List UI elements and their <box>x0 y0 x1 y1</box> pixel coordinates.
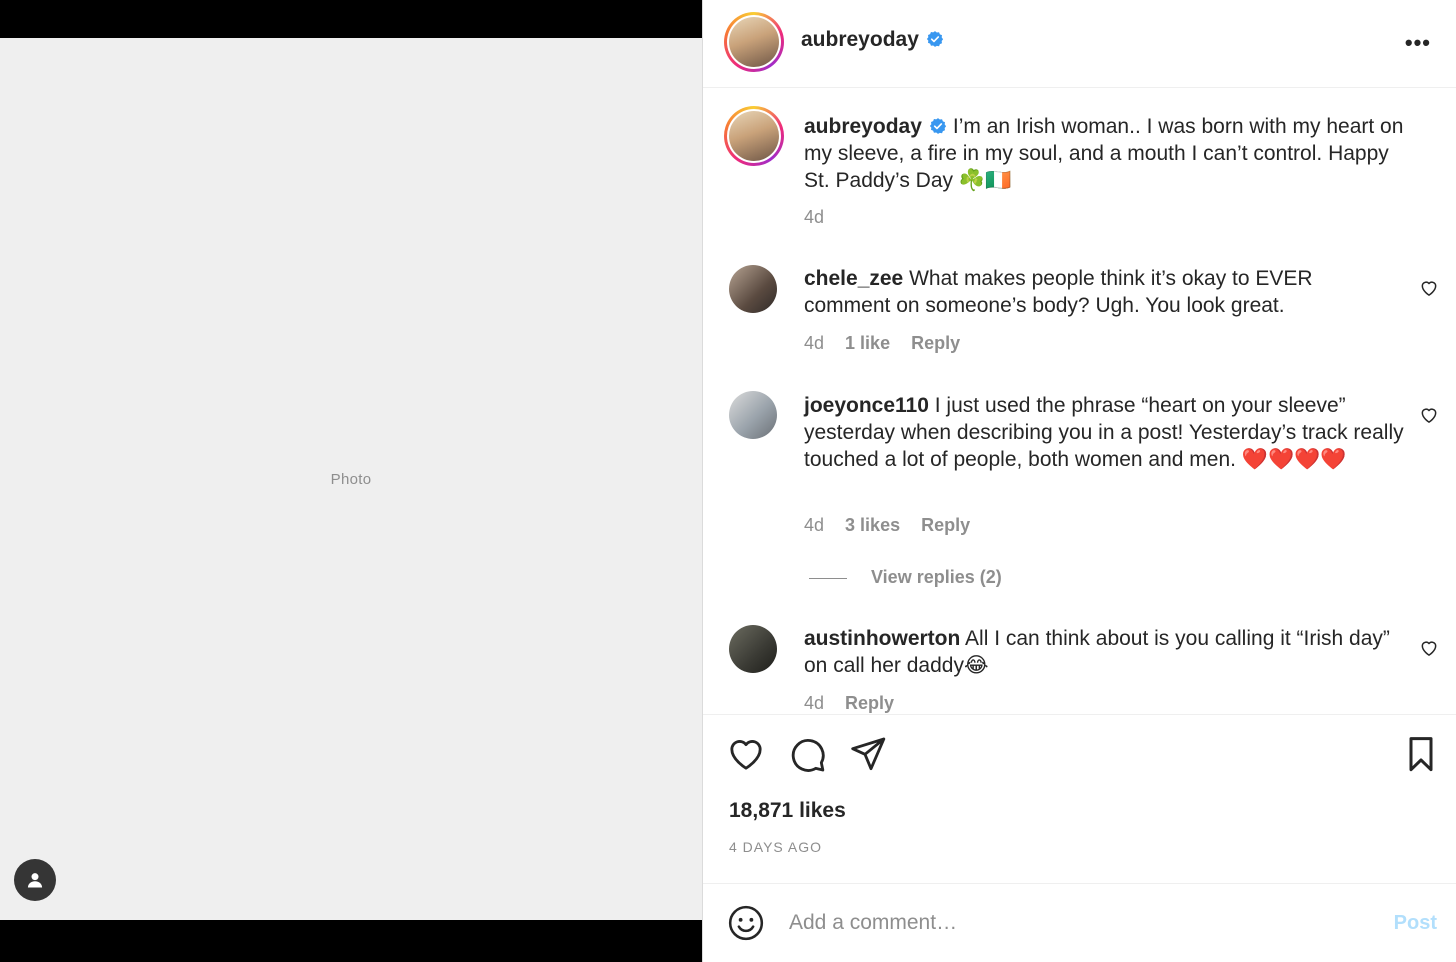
post-image-placeholder[interactable]: Photo <box>0 38 702 920</box>
user-tag-icon <box>27 873 43 888</box>
comment-text-block: austinhowerton All I can think about is … <box>804 625 1404 679</box>
commenter-username[interactable]: joeyonce110 <box>804 394 929 417</box>
verified-badge-icon <box>929 118 946 134</box>
emoji-icon[interactable] <box>727 904 765 942</box>
comment-like-heart-icon[interactable] <box>1419 405 1439 425</box>
post-panel: aubreyoday ••• aubreyoday I’m an Irish w… <box>702 0 1456 962</box>
comment-likes[interactable]: 1 like <box>845 333 890 353</box>
comment-meta: 4d 1 like Reply <box>804 333 976 354</box>
image-placeholder-label: Photo <box>330 470 372 488</box>
comments-list[interactable]: aubreyoday I’m an Irish woman.. I was bo… <box>703 89 1456 713</box>
comment-text-block: joeyonce110 I just used the phrase “hear… <box>804 392 1404 473</box>
more-options-icon[interactable]: ••• <box>1405 30 1431 56</box>
comment-meta: 4d Reply <box>804 693 910 713</box>
add-comment-bar: Post <box>703 883 1456 962</box>
commenter-avatar[interactable] <box>729 625 777 673</box>
caption-avatar[interactable] <box>724 106 784 166</box>
likes-count[interactable]: 18,871 likes <box>729 799 846 823</box>
comment-icon[interactable] <box>787 734 827 774</box>
commenter-username[interactable]: austinhowerton <box>804 627 960 650</box>
post-actions: 18,871 likes 4 DAYS AGO <box>703 714 1456 884</box>
user-tag-button[interactable] <box>14 859 56 901</box>
replies-divider <box>809 577 847 579</box>
comment-reply-button[interactable]: Reply <box>911 333 960 353</box>
caption-meta: 4d <box>804 207 840 228</box>
comment-text-block: chele_zee What makes people think it’s o… <box>804 265 1404 319</box>
post-timestamp[interactable]: 4 DAYS AGO <box>729 839 822 855</box>
comment-time[interactable]: 4d <box>804 693 824 713</box>
post-media[interactable]: Photo <box>0 0 702 962</box>
comment-time[interactable]: 4d <box>804 515 824 535</box>
comment-time[interactable]: 4d <box>804 333 824 353</box>
comment-reply-button[interactable]: Reply <box>921 515 970 535</box>
comment-like-heart-icon[interactable] <box>1419 638 1439 658</box>
caption-username[interactable]: aubreyoday <box>804 115 922 138</box>
author-username[interactable]: aubreyoday <box>801 28 919 51</box>
post-comment-button[interactable]: Post <box>1394 912 1437 935</box>
caption-text-block: aubreyoday I’m an Irish woman.. I was bo… <box>804 113 1404 194</box>
share-icon[interactable] <box>848 734 888 774</box>
author-avatar[interactable] <box>724 12 784 72</box>
commenter-avatar[interactable] <box>729 391 777 439</box>
post-header: aubreyoday ••• <box>703 0 1456 88</box>
comment-reply-button[interactable]: Reply <box>845 693 894 713</box>
view-replies-button[interactable]: View replies (2) <box>809 567 1002 588</box>
commenter-username[interactable]: chele_zee <box>804 267 903 290</box>
view-replies-label: View replies (2) <box>871 567 1002 587</box>
comment-likes[interactable]: 3 likes <box>845 515 900 535</box>
verified-badge-icon <box>926 31 943 47</box>
commenter-avatar[interactable] <box>729 265 777 313</box>
caption-time[interactable]: 4d <box>804 207 824 227</box>
heart-icon[interactable] <box>726 734 766 774</box>
comment-input[interactable] <box>789 904 1349 942</box>
comment-meta: 4d 3 likes Reply <box>804 515 986 536</box>
comment-like-heart-icon[interactable] <box>1419 278 1439 298</box>
bookmark-icon[interactable] <box>1401 734 1441 774</box>
